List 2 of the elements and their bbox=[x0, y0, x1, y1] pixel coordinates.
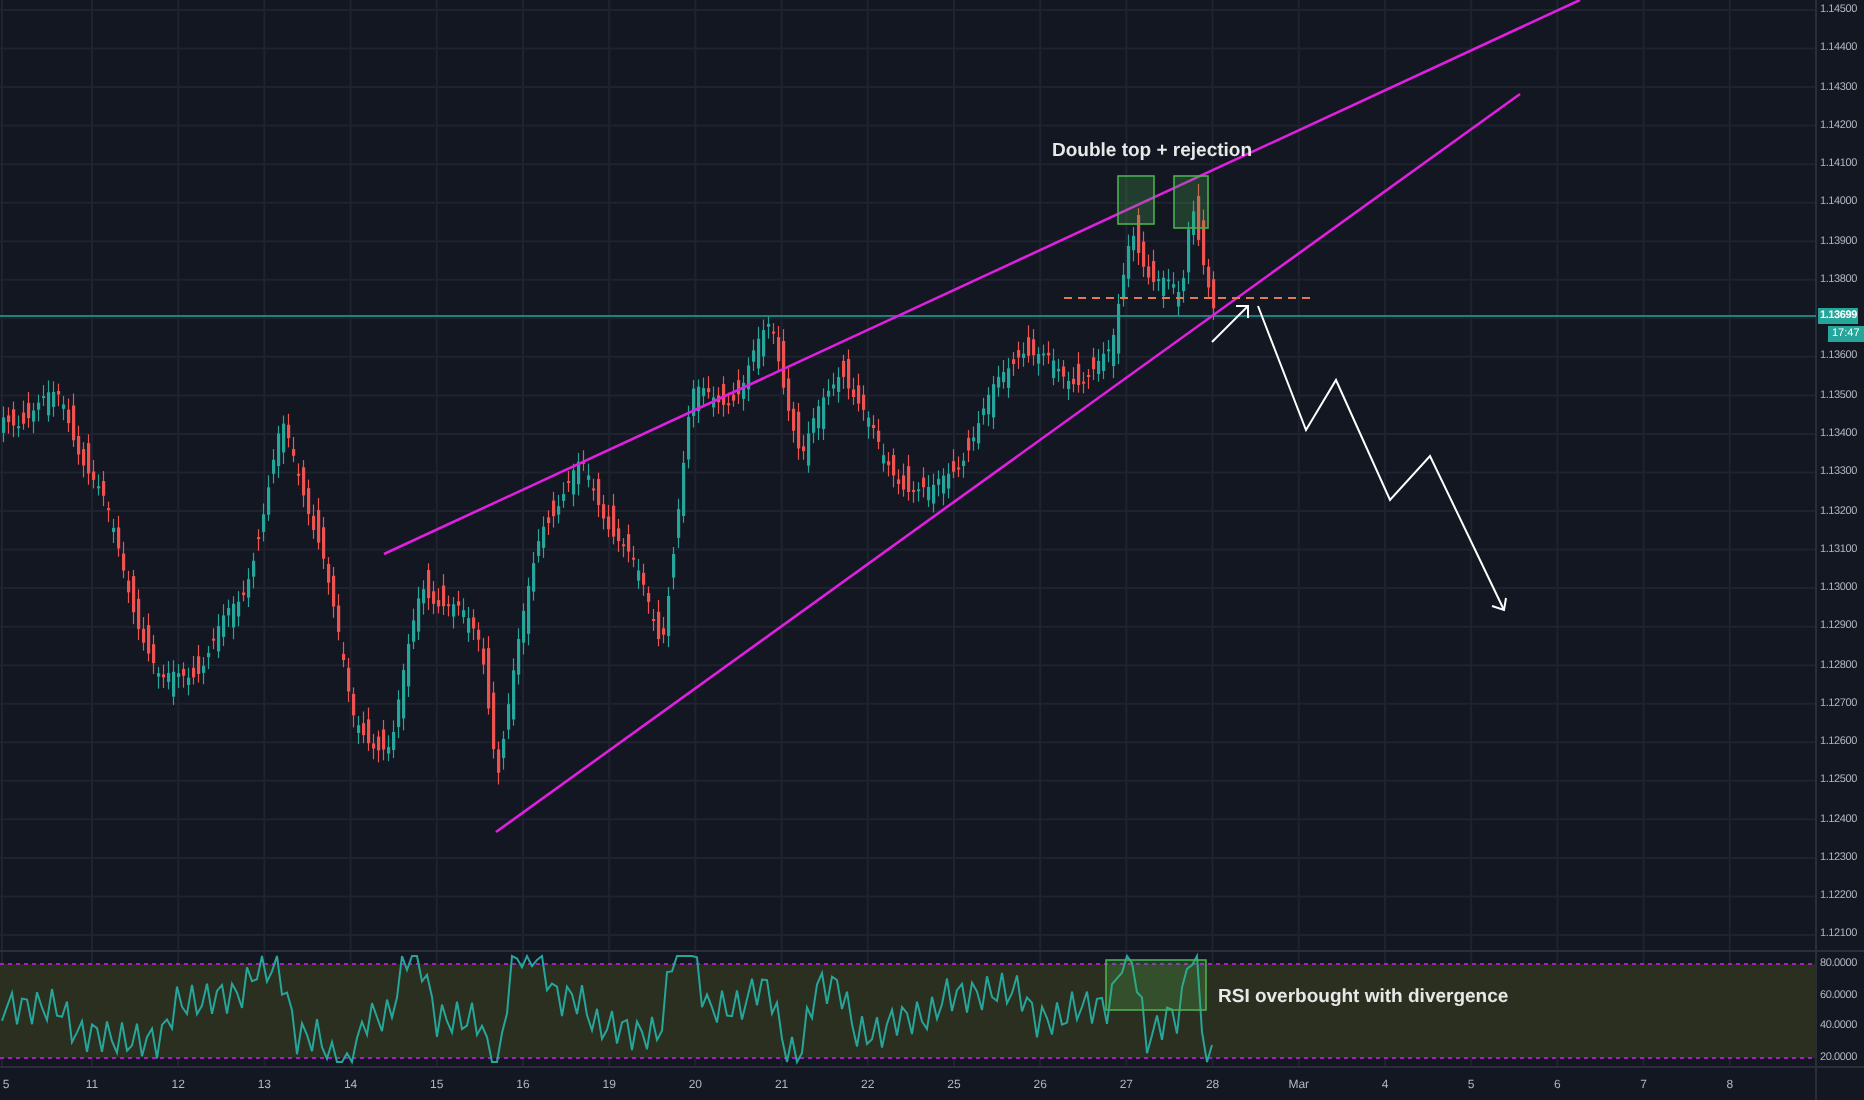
annotation-text: RSI overbought with divergence bbox=[1218, 986, 1509, 1008]
annotation-text: Double top + rejection bbox=[1052, 140, 1253, 162]
